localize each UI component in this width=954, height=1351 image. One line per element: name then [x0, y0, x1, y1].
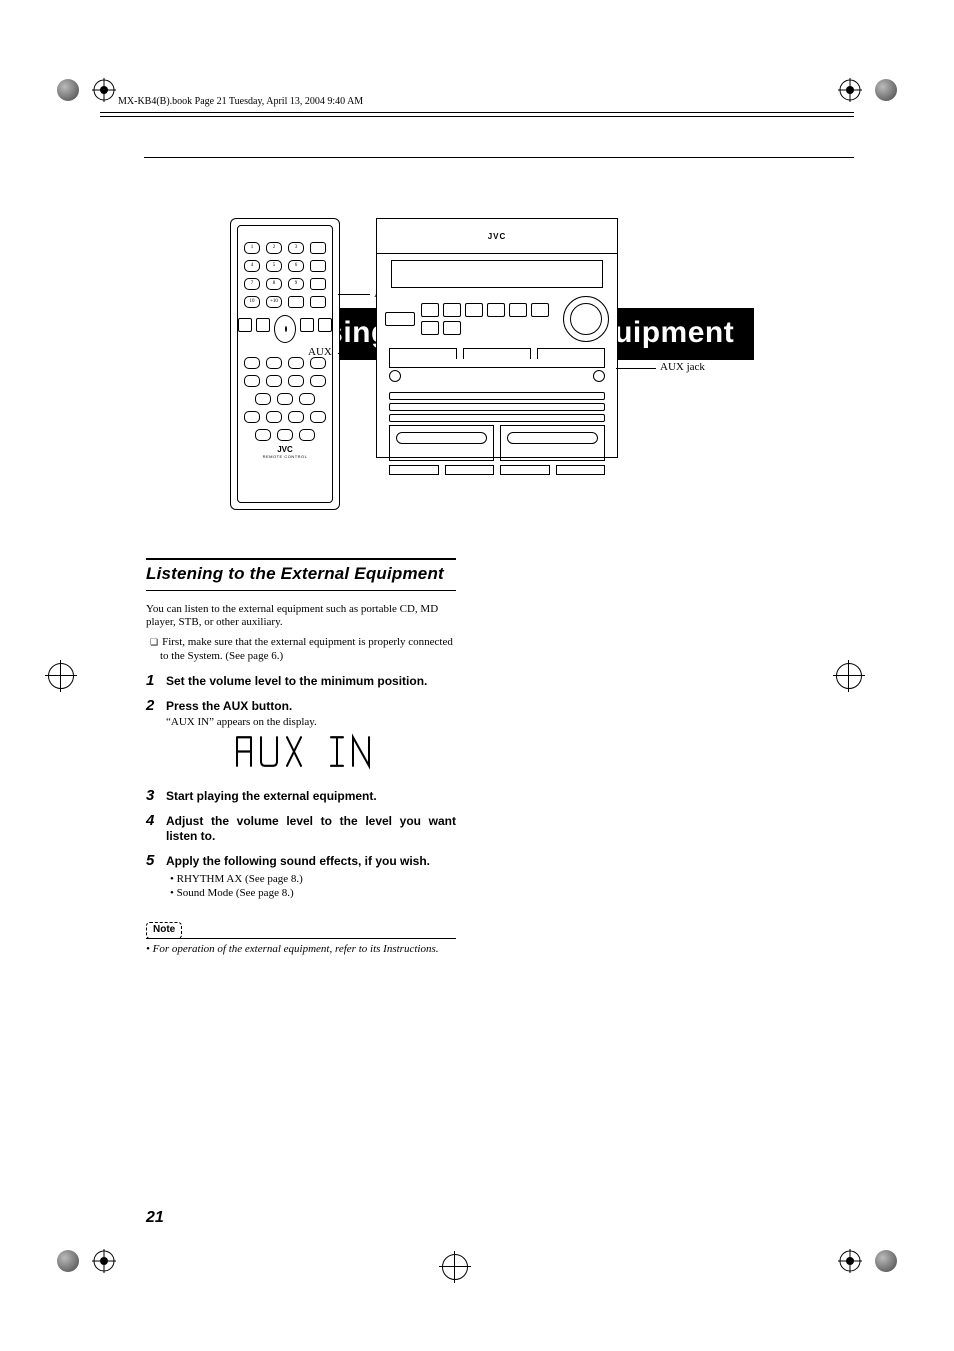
- step-number: 2: [146, 697, 154, 716]
- note-body: For operation of the external equipment,…: [146, 943, 456, 957]
- ffwd-icon: [318, 318, 332, 332]
- step-sub-bullets: RHYTHM AX (See page 8.) Sound Mode (See …: [170, 873, 456, 901]
- step-title: Press the AUX button.: [166, 699, 456, 714]
- volume-dial-icon: [563, 296, 609, 342]
- registration-mark-icon: [442, 1251, 512, 1281]
- step-title: Set the volume level to the minimum posi…: [166, 674, 456, 689]
- cassette-deck-b-icon: [500, 425, 605, 461]
- display-panel-icon: [391, 260, 603, 288]
- bullet-item: RHYTHM AX (See page 8.): [170, 873, 456, 887]
- step-item: 3 Start playing the external equipment.: [146, 789, 456, 804]
- leader-label-aux-jack: AUX jack: [660, 361, 720, 373]
- content-column: Listening to the External Equipment You …: [146, 558, 456, 957]
- intro-paragraph: You can listen to the external equipment…: [146, 603, 456, 631]
- step-number: 4: [146, 812, 154, 831]
- step-item: 4 Adjust the volume level to the level y…: [146, 814, 456, 844]
- step-item: 1 Set the volume level to the minimum po…: [146, 674, 456, 689]
- brand-logo: JVC: [238, 445, 332, 454]
- remote-sublabel: REMOTE CONTROL: [238, 454, 332, 459]
- manual-page: MX-KB4(B).book Page 21 Tuesday, April 13…: [0, 0, 954, 1351]
- registration-mark-icon: [48, 1241, 88, 1281]
- registration-mark-icon: [836, 660, 906, 690]
- step-item: 5 Apply the following sound effects, if …: [146, 854, 456, 901]
- prev-icon: [256, 318, 270, 332]
- note-label: Note: [146, 922, 182, 939]
- remote-control-diagram: 123 456 789 10+10 JVC REMOTE CONTROL: [230, 218, 340, 510]
- registration-mark-icon: [48, 70, 88, 110]
- registration-mark-icon: [48, 660, 118, 690]
- play-ring-icon: [274, 315, 296, 343]
- brand-logo: JVC: [488, 232, 507, 241]
- step-number: 1: [146, 672, 154, 691]
- step-item: 2 Press the AUX button. “AUX IN” appears…: [146, 699, 456, 779]
- registration-mark-icon: [866, 1241, 906, 1281]
- page-number: 21: [146, 1209, 164, 1227]
- rewind-icon: [238, 318, 252, 332]
- step-title: Start playing the external equipment.: [166, 789, 456, 804]
- running-rule: [100, 112, 854, 117]
- segment-display-icon: [166, 733, 456, 781]
- step-title: Adjust the volume level to the level you…: [166, 814, 456, 844]
- next-icon: [300, 318, 314, 332]
- section-heading: Listening to the External Equipment: [146, 558, 456, 591]
- step-title: Apply the following sound effects, if yo…: [166, 854, 456, 869]
- steps-list: 1 Set the volume level to the minimum po…: [146, 674, 456, 901]
- phones-jack-icon: [593, 370, 605, 382]
- diagram-area: 123 456 789 10+10 JVC REMOTE CONTROL AUX: [230, 218, 814, 538]
- step-number: 5: [146, 852, 154, 871]
- page-title-block: Using an External Equipment: [144, 154, 854, 158]
- precondition-note: First, make sure that the external equip…: [146, 636, 456, 664]
- running-header: MX-KB4(B).book Page 21 Tuesday, April 13…: [118, 96, 363, 107]
- step-number: 3: [146, 787, 154, 806]
- aux-jack-icon: [389, 370, 401, 382]
- cassette-deck-a-icon: [389, 425, 494, 461]
- step-body: “AUX IN” appears on the display.: [166, 716, 456, 730]
- main-unit-diagram: JVC: [376, 218, 618, 458]
- aux-button-remote: [310, 278, 326, 290]
- leader-label-aux-unit: AUX: [308, 346, 332, 358]
- bullet-item: Sound Mode (See page 8.): [170, 887, 456, 901]
- registration-mark-icon: [866, 70, 906, 110]
